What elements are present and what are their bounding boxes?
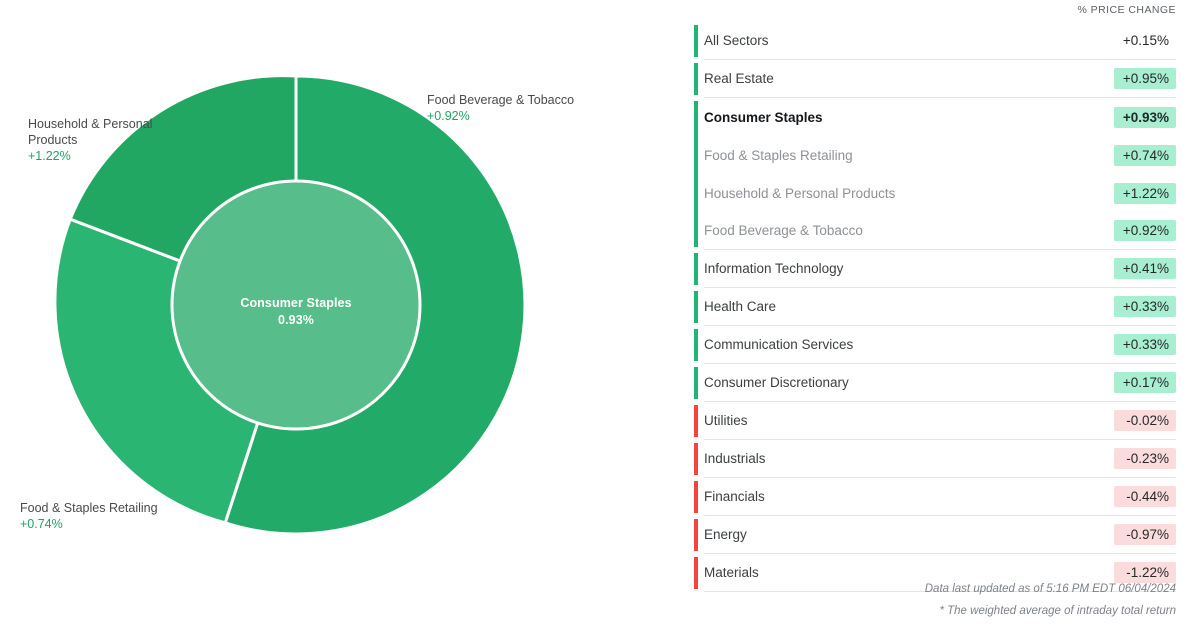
sector-group: Consumer Discretionary +0.17%: [690, 364, 1176, 402]
sector-rows: All Sectors +0.15% Real Estate +0.95% Consum…: [690, 22, 1176, 592]
sector-row[interactable]: Energy -0.97%: [704, 516, 1176, 554]
sector-list-pane: % PRICE CHANGE All Sectors +0.15% Real Est…: [690, 0, 1196, 628]
sector-group: Utilities -0.02%: [690, 402, 1176, 440]
sector-indicator-bar: [694, 481, 698, 513]
sector-indicator-bar: [694, 367, 698, 399]
sector-indicator-bar: [694, 291, 698, 323]
chart-label-text-2: Products: [28, 133, 78, 147]
sector-group: Energy -0.97%: [690, 516, 1176, 554]
sector-group: All Sectors +0.15%: [690, 22, 1176, 60]
footnote-last-updated: Data last updated as of 5:16 PM EDT 06/0…: [924, 583, 1176, 595]
sunburst-chart: Household & Personal Products +1.22% Foo…: [0, 0, 690, 628]
chart-center-label: Consumer Staples 0.93%: [186, 295, 406, 329]
sector-row-label: Communication Services: [704, 337, 854, 352]
sector-row-label: Materials: [704, 565, 759, 580]
sector-indicator-bar: [694, 405, 698, 437]
sector-row[interactable]: Utilities -0.02%: [704, 402, 1176, 440]
sector-row-value: +0.95%: [1114, 68, 1176, 89]
chart-label-value: +0.92%: [427, 109, 470, 123]
chart-label-household-personal-products: Household & Personal Products +1.22%: [28, 116, 178, 164]
sector-row-label: Food & Staples Retailing: [704, 147, 853, 163]
sector-indicator-bar: [694, 557, 698, 589]
sector-row[interactable]: Financials -0.44%: [704, 478, 1176, 516]
sector-row-value: +0.17%: [1114, 372, 1176, 393]
sector-row-value: +0.15%: [1122, 33, 1169, 48]
sector-row[interactable]: Household & Personal Products +1.22%: [704, 174, 1176, 212]
chart-center-name: Consumer Staples: [240, 296, 352, 310]
sector-performance-view: Household & Personal Products +1.22% Foo…: [0, 0, 1196, 628]
sector-row-label: Consumer Staples: [704, 109, 823, 125]
sector-row-label: Information Technology: [704, 261, 844, 276]
sector-row-label: Energy: [704, 527, 747, 542]
sector-row-value: -0.97%: [1114, 524, 1176, 545]
sector-group: Communication Services +0.33%: [690, 326, 1176, 364]
sector-indicator-bar: [694, 25, 698, 57]
footnotes: Data last updated as of 5:16 PM EDT 06/0…: [925, 578, 1176, 622]
sector-row-value: -0.02%: [1114, 410, 1176, 431]
sector-row[interactable]: Food Beverage & Tobacco +0.92%: [704, 212, 1176, 250]
sector-row-value: -0.23%: [1114, 448, 1176, 469]
sector-row-value: +0.74%: [1114, 144, 1176, 166]
sector-indicator-bar: [694, 443, 698, 475]
sector-row-value: +0.33%: [1114, 296, 1176, 317]
sector-row[interactable]: Industrials -0.23%: [704, 440, 1176, 478]
sector-row-value: -0.44%: [1114, 486, 1176, 507]
sector-row-value: +0.93%: [1114, 106, 1176, 128]
chart-center-value: 0.93%: [278, 313, 314, 327]
sector-indicator-bar: [694, 101, 698, 247]
sector-row[interactable]: Real Estate +0.95%: [704, 60, 1176, 98]
chart-label-value: +1.22%: [28, 149, 71, 163]
sector-indicator-bar: [694, 253, 698, 285]
sector-row[interactable]: Information Technology +0.41%: [704, 250, 1176, 288]
sector-row[interactable]: Food & Staples Retailing +0.74%: [704, 136, 1176, 174]
sector-row[interactable]: Communication Services +0.33%: [704, 326, 1176, 364]
chart-label-food-beverage-tobacco: Food Beverage & Tobacco +0.92%: [427, 92, 574, 124]
sector-group: Industrials -0.23%: [690, 440, 1176, 478]
chart-label-text: Household & Personal: [28, 117, 153, 131]
sector-row[interactable]: Consumer Discretionary +0.17%: [704, 364, 1176, 402]
sector-row-label: Financials: [704, 489, 765, 504]
list-header: % PRICE CHANGE: [690, 0, 1176, 22]
sector-group: Real Estate +0.95%: [690, 60, 1176, 98]
sector-row-value: +0.92%: [1114, 220, 1176, 241]
sector-indicator-bar: [694, 63, 698, 95]
chart-label-value: +0.74%: [20, 517, 63, 531]
sector-group: Information Technology +0.41%: [690, 250, 1176, 288]
sector-row-label: Industrials: [704, 451, 766, 466]
chart-label-text: Food & Staples Retailing: [20, 501, 158, 515]
price-change-column-header: % PRICE CHANGE: [1077, 4, 1176, 16]
sector-row[interactable]: Consumer Staples +0.93%: [704, 98, 1176, 136]
sector-row-label: Real Estate: [704, 71, 774, 86]
sector-row-value: +0.33%: [1114, 334, 1176, 355]
sector-row-value: +0.41%: [1114, 258, 1176, 279]
sector-row-label: Consumer Discretionary: [704, 375, 849, 390]
chart-label-text: Food Beverage & Tobacco: [427, 93, 575, 107]
sector-row[interactable]: Health Care +0.33%: [704, 288, 1176, 326]
sector-row-label: Health Care: [704, 299, 777, 314]
sector-indicator-bar: [694, 329, 698, 361]
sector-group: Financials -0.44%: [690, 478, 1176, 516]
sector-row-label: Utilities: [704, 413, 748, 428]
sector-row[interactable]: All Sectors +0.15%: [704, 22, 1176, 60]
sector-row-label: Food Beverage & Tobacco: [704, 223, 863, 238]
sector-row-value: +1.22%: [1114, 182, 1176, 204]
footnote-weighted-average: * The weighted average of intraday total…: [939, 605, 1176, 617]
chart-label-food-staples-retailing: Food & Staples Retailing +0.74%: [20, 500, 158, 532]
sector-group: Consumer Staples +0.93% Food & Staples Ret…: [690, 98, 1176, 250]
sector-row-label: Household & Personal Products: [704, 185, 896, 201]
sector-row-label: All Sectors: [704, 33, 769, 48]
sector-group: Health Care +0.33%: [690, 288, 1176, 326]
sector-indicator-bar: [694, 519, 698, 551]
